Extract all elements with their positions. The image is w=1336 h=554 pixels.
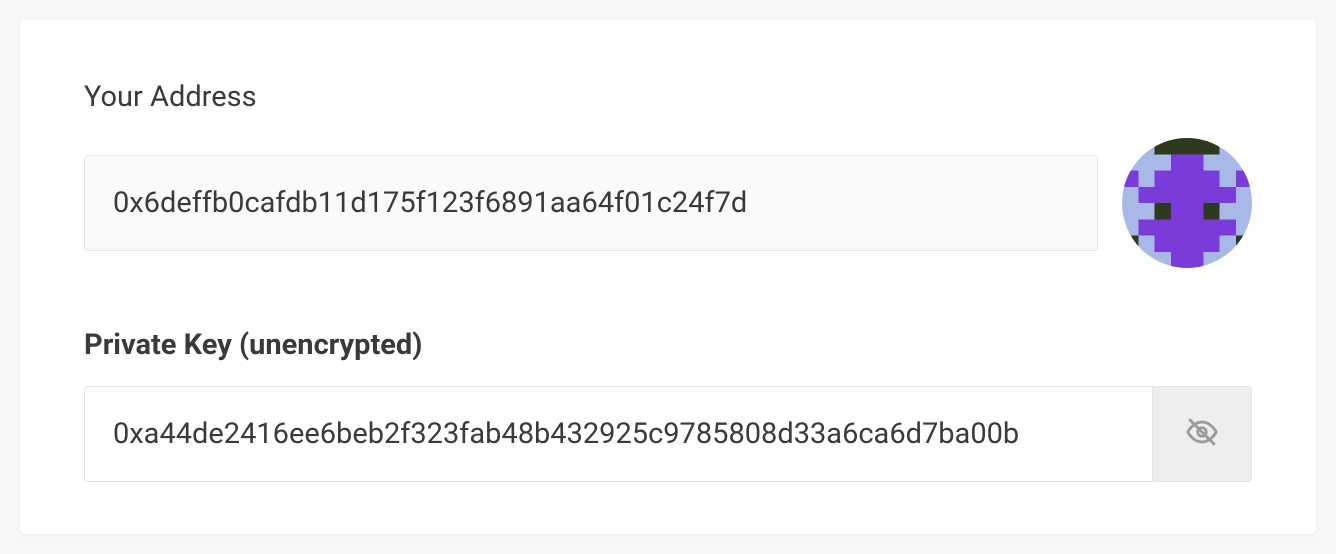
private-key-row (84, 386, 1252, 482)
address-input[interactable] (84, 155, 1098, 251)
private-key-section: Private Key (unencrypted) (84, 328, 1252, 482)
address-row (84, 138, 1252, 268)
eye-off-icon (1185, 415, 1219, 453)
toggle-visibility-button[interactable] (1152, 386, 1252, 482)
private-key-label: Private Key (unencrypted) (84, 328, 422, 362)
address-section: Your Address (84, 80, 1252, 268)
address-label: Your Address (84, 80, 257, 114)
private-key-input[interactable] (84, 386, 1152, 482)
identicon-icon (1122, 138, 1252, 268)
wallet-card: Your Address (20, 20, 1316, 534)
